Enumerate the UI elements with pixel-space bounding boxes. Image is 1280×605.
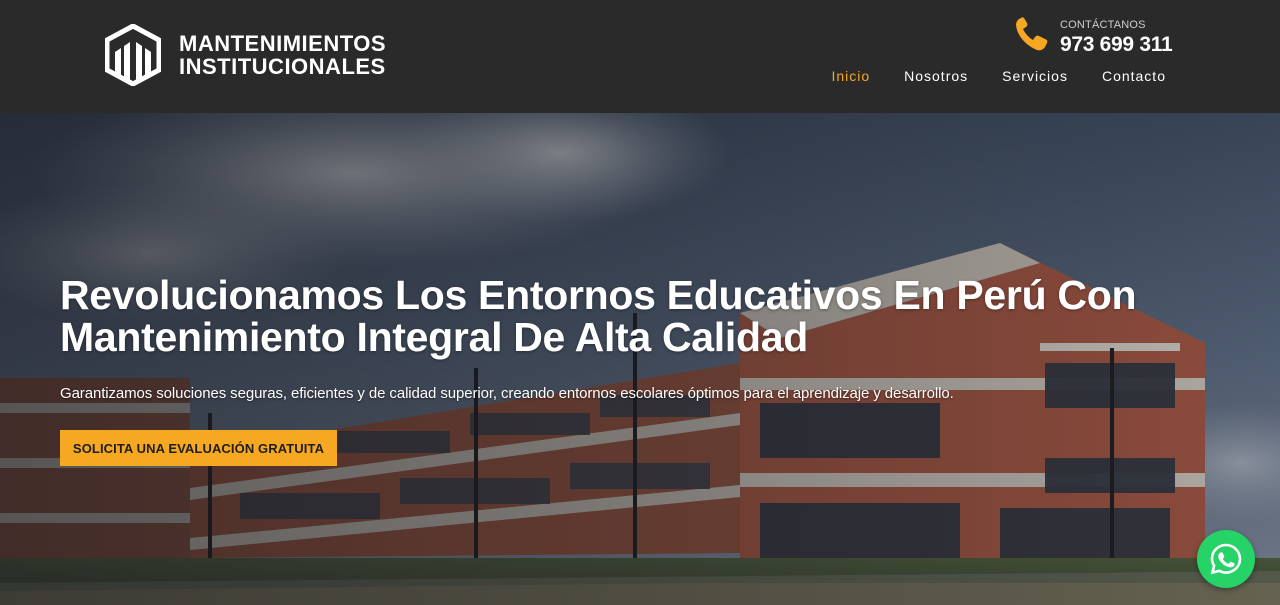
brand-name-line1: MANTENIMIENTOS: [179, 31, 387, 56]
hero-headline-line2: Mantenimiento Integral De Alta Calidad: [60, 314, 808, 360]
contact-phone-number[interactable]: 973 699 311: [1060, 33, 1173, 57]
site-header: MANTENIMIENTOS INSTITUCIONALES CONTÁCTAN…: [0, 0, 1280, 113]
nav-item-nosotros[interactable]: Nosotros: [904, 68, 968, 84]
contact-block[interactable]: CONTÁCTANOS 973 699 311: [1013, 15, 1173, 57]
whatsapp-icon: [1210, 543, 1242, 575]
hero-section: Revolucionamos Los Entornos Educativos E…: [0, 113, 1280, 605]
main-nav: Inicio Nosotros Servicios Contacto: [797, 68, 1166, 84]
request-evaluation-button[interactable]: SOLICITA UNA EVALUACIÓN GRATUITA: [60, 430, 337, 466]
hero-headline: Revolucionamos Los Entornos Educativos E…: [60, 274, 1220, 358]
phone-icon: [1016, 17, 1048, 51]
brand-name-line2: INSTITUCIONALES: [179, 54, 386, 79]
nav-item-inicio[interactable]: Inicio: [831, 68, 870, 84]
whatsapp-button[interactable]: [1197, 530, 1255, 588]
contact-label: CONTÁCTANOS: [1060, 19, 1146, 31]
nav-item-contacto[interactable]: Contacto: [1102, 68, 1166, 84]
hero-headline-line1: Revolucionamos Los Entornos Educativos E…: [60, 272, 1137, 318]
hero-subtext: Garantizamos soluciones seguras, eficien…: [60, 385, 954, 402]
brand-logo[interactable]: MANTENIMIENTOS INSTITUCIONALES: [105, 24, 386, 86]
brand-name: MANTENIMIENTOS INSTITUCIONALES: [179, 32, 386, 78]
nav-item-servicios[interactable]: Servicios: [1002, 68, 1068, 84]
building-shield-icon: [105, 24, 161, 86]
